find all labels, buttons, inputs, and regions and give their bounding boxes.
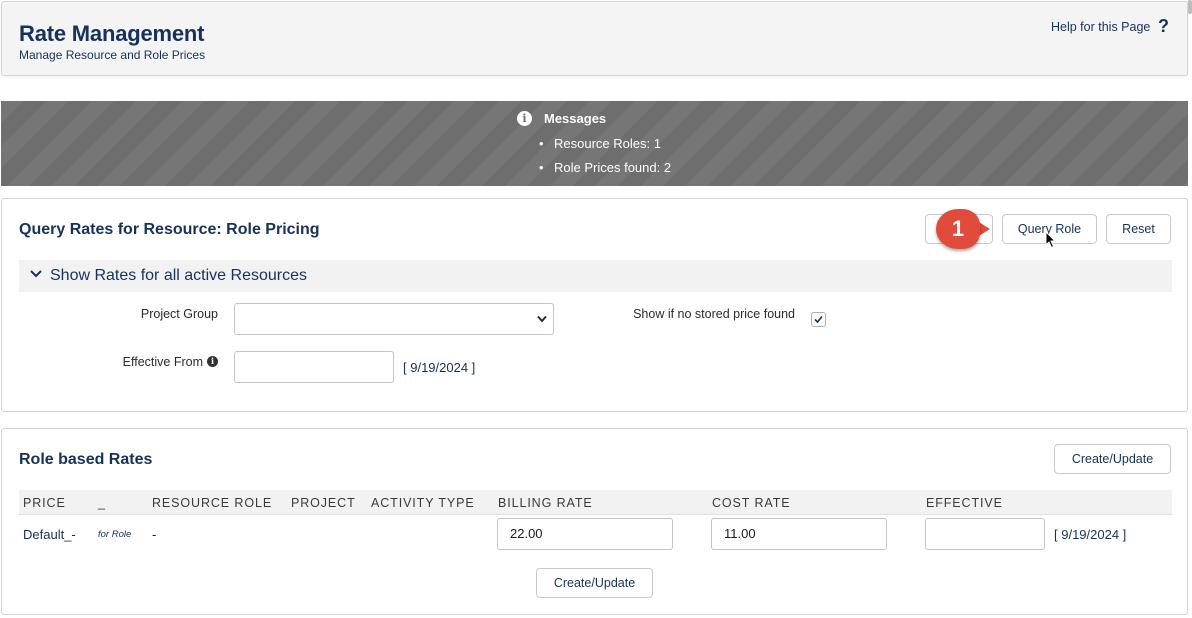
effective-date-input[interactable] bbox=[925, 518, 1045, 550]
column-header: EFFECTIVE bbox=[926, 496, 1003, 510]
column-header: PRICE bbox=[23, 496, 66, 510]
role-rates-panel: Role based Rates Create/Update PRICE _ R… bbox=[1, 428, 1188, 615]
messages-title: Messages bbox=[544, 111, 607, 126]
show-rates-section-toggle[interactable]: Show Rates for all active Resources bbox=[19, 260, 1172, 292]
project-group-select[interactable] bbox=[234, 303, 554, 335]
effective-from-label: Effective From bbox=[122, 355, 203, 369]
effective-from-default-date[interactable]: [ 9/19/2024 ] bbox=[403, 360, 475, 375]
bullet-icon: • bbox=[539, 160, 544, 175]
column-header: PROJECT bbox=[291, 496, 356, 510]
scrollbar-thumb[interactable] bbox=[1188, 0, 1192, 14]
help-icon[interactable]: ? bbox=[1158, 16, 1169, 37]
info-icon[interactable]: i bbox=[207, 356, 218, 367]
chevron-down-icon bbox=[30, 270, 42, 278]
column-header: _ bbox=[98, 496, 106, 510]
step-badge: 1 bbox=[936, 209, 980, 249]
section-label: Show Rates for all active Resources bbox=[50, 267, 307, 284]
billing-rate-input[interactable]: 22.00 bbox=[497, 518, 673, 550]
price-link[interactable]: Default_- bbox=[23, 527, 76, 542]
show-if-no-price-checkbox[interactable] bbox=[811, 312, 826, 327]
query-panel: Query Rates for Resource: Role Pricing Q… bbox=[1, 198, 1188, 412]
reset-button[interactable]: Reset bbox=[1106, 214, 1171, 244]
messages-banner: i Messages • Resource Roles: 1 • Role Pr… bbox=[1, 101, 1188, 186]
table-header: PRICE _ RESOURCE ROLE PROJECT ACTIVITY T… bbox=[19, 490, 1172, 515]
message-item: Role Prices found: 2 bbox=[554, 160, 672, 175]
column-header: RESOURCE ROLE bbox=[152, 496, 273, 510]
effective-default-date[interactable]: [ 9/19/2024 ] bbox=[1054, 527, 1126, 542]
bullet-icon: • bbox=[539, 136, 544, 151]
rates-title: Role based Rates bbox=[19, 451, 153, 468]
page-header: Rate Management Manage Resource and Role… bbox=[1, 1, 1188, 76]
page-subtitle: Manage Resource and Role Prices bbox=[19, 48, 206, 62]
create-update-bottom-button[interactable]: Create/Update bbox=[536, 568, 653, 598]
column-header: ACTIVITY TYPE bbox=[371, 496, 475, 510]
select-chevron-icon bbox=[537, 315, 547, 323]
column-header: BILLING RATE bbox=[498, 496, 593, 510]
page-title: Rate Management bbox=[19, 21, 205, 46]
show-if-no-price-label: Show if no stored price found bbox=[633, 307, 795, 321]
effective-from-input[interactable] bbox=[234, 351, 394, 383]
checkmark-icon bbox=[814, 315, 823, 324]
cost-rate-input[interactable]: 11.00 bbox=[711, 518, 887, 550]
message-item: Resource Roles: 1 bbox=[554, 136, 661, 151]
create-update-button[interactable]: Create/Update bbox=[1054, 444, 1171, 474]
help-link[interactable]: Help for this Page bbox=[1051, 20, 1150, 34]
column-header: COST RATE bbox=[712, 496, 791, 510]
resource-role-value: - bbox=[152, 527, 157, 542]
info-icon: i bbox=[517, 111, 532, 126]
mouse-cursor-icon bbox=[1045, 231, 1057, 249]
query-title: Query Rates for Resource: Role Pricing bbox=[19, 221, 320, 238]
project-group-label: Project Group bbox=[140, 307, 218, 321]
for-role-label: for Role bbox=[98, 529, 132, 540]
